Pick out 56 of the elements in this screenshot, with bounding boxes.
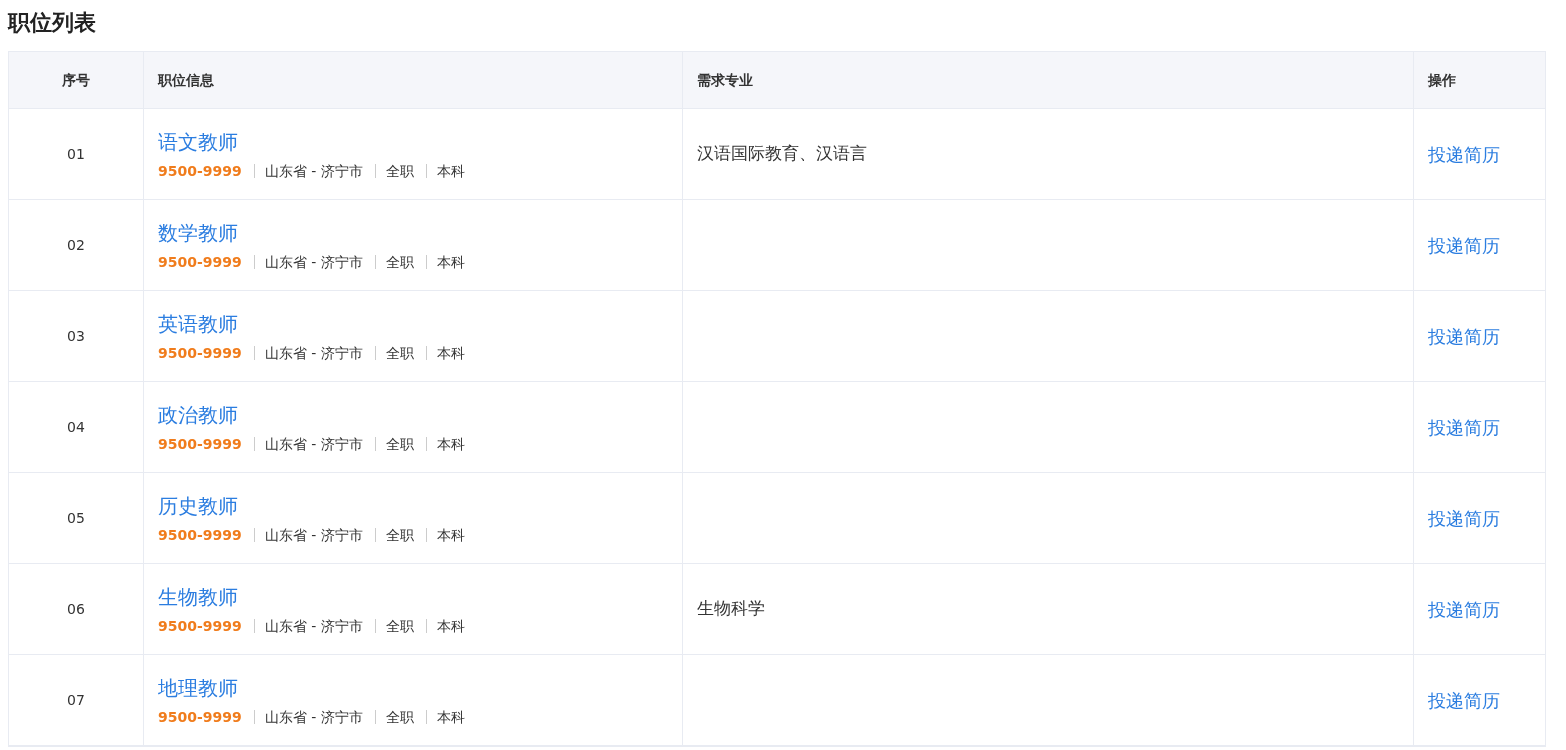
column-header: 序号: [62, 70, 90, 90]
row-number: 03: [67, 326, 85, 346]
job-type: 全职: [374, 346, 426, 360]
education-level: 本科: [425, 255, 465, 269]
salary-range: 9500-9999: [158, 707, 243, 727]
education-level: 本科: [425, 619, 465, 633]
apply-link[interactable]: 投递简历: [1428, 231, 1500, 259]
row-number: 05: [67, 508, 85, 528]
job-type: 全职: [374, 710, 426, 724]
job-type: 全职: [374, 255, 426, 269]
row-number: 07: [67, 690, 85, 710]
row-number: 06: [67, 599, 85, 619]
salary-range: 9500-9999: [158, 161, 243, 181]
job-location: 山东省 - 济宁市: [253, 346, 375, 360]
salary-range: 9500-9999: [158, 525, 243, 545]
job-title-link[interactable]: 历史教师: [158, 490, 668, 521]
salary-range: 9500-9999: [158, 434, 243, 454]
job-title-link[interactable]: 地理教师: [158, 672, 668, 703]
education-level: 本科: [425, 164, 465, 178]
education-level: 本科: [425, 346, 465, 360]
salary-range: 9500-9999: [158, 343, 243, 363]
job-title-link[interactable]: 语文教师: [158, 126, 668, 157]
education-level: 本科: [425, 528, 465, 542]
education-level: 本科: [425, 437, 465, 451]
column-header: 需求专业: [697, 70, 753, 90]
job-type: 全职: [374, 164, 426, 178]
job-location: 山东省 - 济宁市: [253, 528, 375, 542]
apply-link[interactable]: 投递简历: [1428, 140, 1500, 168]
education-level: 本科: [425, 710, 465, 724]
row-number: 01: [67, 144, 85, 164]
page-title: 职位列表: [6, 9, 97, 37]
job-location: 山东省 - 济宁市: [253, 710, 375, 724]
required-major: 生物科学: [697, 597, 765, 621]
apply-link[interactable]: 投递简历: [1428, 595, 1500, 623]
apply-link[interactable]: 投递简历: [1428, 686, 1500, 714]
column-header: 操作: [1428, 70, 1456, 90]
job-title-link[interactable]: 生物教师: [158, 581, 668, 612]
job-location: 山东省 - 济宁市: [253, 437, 375, 451]
required-major: 汉语国际教育、汉语言: [697, 142, 867, 166]
job-location: 山东省 - 济宁市: [253, 619, 375, 633]
salary-range: 9500-9999: [158, 616, 243, 636]
apply-link[interactable]: 投递简历: [1428, 413, 1500, 441]
job-title-link[interactable]: 英语教师: [158, 308, 668, 339]
apply-link[interactable]: 投递简历: [1428, 322, 1500, 350]
apply-link[interactable]: 投递简历: [1428, 504, 1500, 532]
row-number: 02: [67, 235, 85, 255]
job-type: 全职: [374, 619, 426, 633]
job-title-link[interactable]: 数学教师: [158, 217, 668, 248]
job-location: 山东省 - 济宁市: [253, 255, 375, 269]
job-location: 山东省 - 济宁市: [253, 164, 375, 178]
job-type: 全职: [374, 437, 426, 451]
job-type: 全职: [374, 528, 426, 542]
job-title-link[interactable]: 政治教师: [158, 399, 668, 430]
row-number: 04: [67, 417, 85, 437]
column-header: 职位信息: [158, 70, 214, 90]
salary-range: 9500-9999: [158, 252, 243, 272]
